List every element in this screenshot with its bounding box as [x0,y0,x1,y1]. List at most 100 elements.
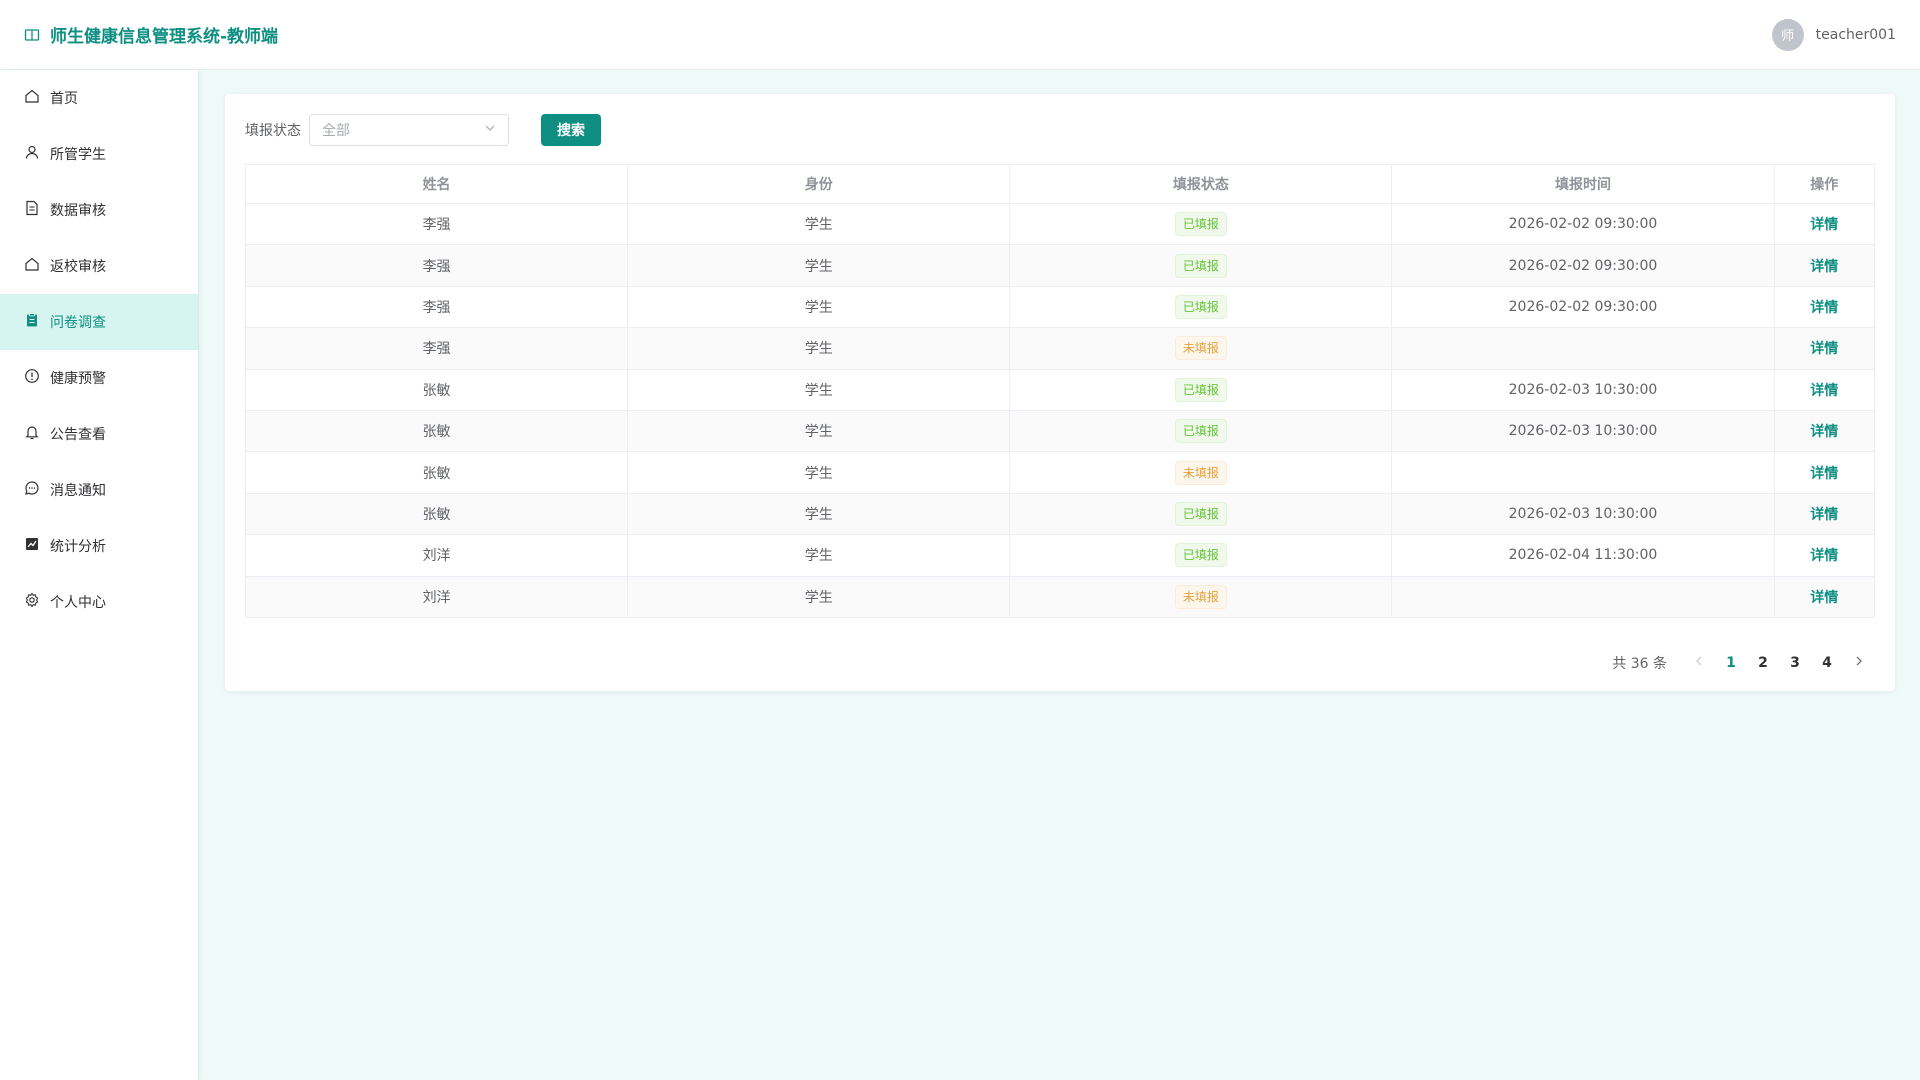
book-icon [24,27,40,43]
select-value: 全部 [322,123,350,139]
gear-icon [24,592,40,612]
column-header-action: 操作 [1774,164,1876,204]
detail-link[interactable]: 详情 [1810,548,1838,564]
cell-name: 张敏 [245,410,629,453]
cell-action: 详情 [1774,493,1876,536]
table-row: 张敏 学生 未填报 详情 [245,451,1876,494]
sidebar-item-survey[interactable]: 问卷调查 [0,294,198,350]
warning-icon [24,368,40,388]
page-number-button[interactable]: 4 [1811,655,1843,671]
search-button[interactable]: 搜索 [541,114,601,146]
cell-time: 2026-02-02 09:30:00 [1391,203,1775,246]
cell-time: 2026-02-03 10:30:00 [1391,410,1775,453]
next-page-button[interactable] [1843,655,1875,671]
sidebar-item-data-review[interactable]: 数据审核 [0,182,198,238]
sidebar-item-label: 个人中心 [50,595,106,611]
status-tag: 已填报 [1174,543,1227,568]
username[interactable]: teacher001 [1816,27,1896,43]
detail-link[interactable]: 详情 [1810,590,1838,606]
cell-status: 已填报 [1009,369,1393,411]
page-number-button[interactable]: 3 [1779,655,1811,671]
cell-time [1391,327,1775,370]
main-content: 填报状态 全部 搜索 姓名 身份 填报状态 填报时间 操作 李强 学生 已填报 202… [199,70,1920,1080]
cell-action: 详情 [1774,576,1876,618]
app-title: 师生健康信息管理系统-教师端 [50,27,279,47]
cell-name: 刘洋 [245,534,629,577]
status-tag: 已填报 [1174,501,1227,526]
sidebar-item-home[interactable]: 首页 [0,70,198,126]
cell-action: 详情 [1774,244,1876,287]
status-tag: 未填报 [1174,460,1227,485]
detail-link[interactable]: 详情 [1810,300,1838,316]
sidebar-item-announcements[interactable]: 公告查看 [0,406,198,462]
cell-role: 学生 [627,203,1011,246]
cell-action: 详情 [1774,410,1876,453]
cell-action: 详情 [1774,286,1876,329]
cell-action: 详情 [1774,369,1876,411]
cell-status: 未填报 [1009,451,1393,494]
cell-role: 学生 [627,410,1011,453]
page-number-button[interactable]: 1 [1715,655,1747,671]
sidebar-item-profile[interactable]: 个人中心 [0,574,198,630]
cell-role: 学生 [627,493,1011,536]
detail-link[interactable]: 详情 [1810,424,1838,440]
cell-time [1391,576,1775,618]
sidebar-item-return-review[interactable]: 返校审核 [0,238,198,294]
filter-label: 填报状态 [245,123,301,139]
detail-link[interactable]: 详情 [1810,259,1838,275]
cell-name: 李强 [245,286,629,329]
status-tag: 已填报 [1174,253,1227,278]
sidebar: 首页 所管学生 数据审核 返校审核 问卷调查 健康预警 公告查看 消息通知 统计… [0,70,199,1080]
status-tag: 未填报 [1174,584,1227,609]
detail-link[interactable]: 详情 [1810,507,1838,523]
cell-role: 学生 [627,451,1011,494]
user-menu[interactable]: 师 teacher001 [1771,18,1896,51]
cell-action: 详情 [1774,327,1876,370]
clipboard-icon [24,312,40,332]
top-header: 师生健康信息管理系统-教师端 师 teacher001 [0,0,1920,70]
filter-toolbar: 填报状态 全部 搜索 [245,114,1875,146]
sidebar-item-label: 返校审核 [50,259,106,275]
cell-name: 李强 [245,327,629,370]
cell-name: 张敏 [245,451,629,494]
cell-status: 已填报 [1009,203,1393,246]
column-header-status: 填报状态 [1009,164,1393,204]
table-row: 张敏 学生 已填报 2026-02-03 10:30:00 详情 [245,493,1876,536]
status-select[interactable]: 全部 [309,114,509,146]
user-icon [24,144,40,164]
cell-time: 2026-02-02 09:30:00 [1391,286,1775,329]
cell-action: 详情 [1774,203,1876,246]
detail-link[interactable]: 详情 [1810,466,1838,482]
detail-link[interactable]: 详情 [1810,341,1838,357]
cell-time: 2026-02-02 09:30:00 [1391,244,1775,287]
survey-card: 填报状态 全部 搜索 姓名 身份 填报状态 填报时间 操作 李强 学生 已填报 202… [225,94,1895,691]
cell-name: 李强 [245,203,629,246]
detail-link[interactable]: 详情 [1810,383,1838,399]
sidebar-item-messages[interactable]: 消息通知 [0,462,198,518]
home-icon [24,88,40,108]
sidebar-item-statistics[interactable]: 统计分析 [0,518,198,574]
house-icon [24,256,40,276]
prev-page-button[interactable] [1683,655,1715,671]
sidebar-item-health-alert[interactable]: 健康预警 [0,350,198,406]
status-tag: 未填报 [1174,336,1227,361]
brand: 师生健康信息管理系统-教师端 [24,22,278,47]
table-row: 张敏 学生 已填报 2026-02-03 10:30:00 详情 [245,369,1876,411]
table-row: 李强 学生 未填报 详情 [245,327,1876,370]
sidebar-item-students[interactable]: 所管学生 [0,126,198,182]
avatar[interactable]: 师 [1771,18,1804,51]
cell-status: 已填报 [1009,286,1393,329]
cell-name: 张敏 [245,493,629,536]
cell-role: 学生 [627,369,1011,411]
page-number-button[interactable]: 2 [1747,655,1779,671]
cell-role: 学生 [627,576,1011,618]
table-row: 刘洋 学生 已填报 2026-02-04 11:30:00 详情 [245,534,1876,577]
bell-icon [24,424,40,444]
detail-link[interactable]: 详情 [1810,217,1838,233]
sidebar-item-label: 数据审核 [50,203,106,219]
cell-status: 已填报 [1009,410,1393,453]
sidebar-item-label: 公告查看 [50,427,106,443]
column-header-role: 身份 [627,164,1011,204]
cell-time [1391,451,1775,494]
chevron-down-icon [484,122,496,138]
